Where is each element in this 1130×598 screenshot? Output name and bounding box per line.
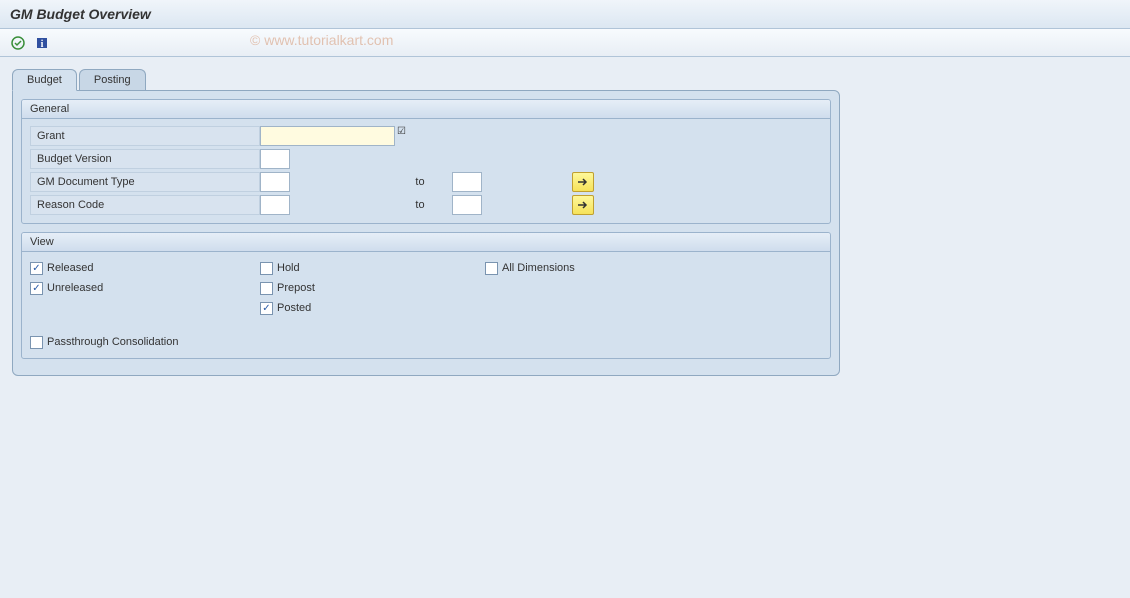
content-area: Budget Posting General Grant ☑ Budget Ve…: [0, 57, 1130, 388]
tab-strip: Budget Posting: [12, 69, 840, 90]
reason-code-to-input[interactable]: [452, 195, 482, 215]
checkbox-box-hold: [260, 262, 273, 275]
grant-input[interactable]: [260, 126, 395, 146]
group-general-header: General: [22, 100, 830, 119]
to-label-2: to: [400, 199, 440, 211]
tab-panel-budget: General Grant ☑ Budget Version G: [12, 90, 840, 376]
checkbox-label: Passthrough Consolidation: [47, 336, 178, 348]
checkbox-label: Released: [47, 262, 93, 274]
checkbox-label: Unreleased: [47, 282, 103, 294]
doc-type-from-input[interactable]: [260, 172, 290, 192]
checkbox-label: Hold: [277, 262, 300, 274]
multiple-selection-button-1[interactable]: [572, 172, 594, 192]
checkbox-passthrough[interactable]: Passthrough Consolidation: [30, 332, 822, 352]
checkbox-posted[interactable]: ✓ Posted: [260, 298, 485, 318]
checkbox-label: All Dimensions: [502, 262, 575, 274]
checkbox-box-passthrough: [30, 336, 43, 349]
checkbox-box-released: ✓: [30, 262, 43, 275]
doc-type-to-input[interactable]: [452, 172, 482, 192]
group-general: General Grant ☑ Budget Version G: [21, 99, 831, 224]
info-icon[interactable]: i: [32, 33, 52, 53]
checkbox-box-prepost: [260, 282, 273, 295]
group-view-header: View: [22, 233, 830, 252]
checkbox-all-dimensions[interactable]: All Dimensions: [485, 258, 685, 278]
checkbox-label: Prepost: [277, 282, 315, 294]
group-view: View ✓ Released ✓ Unreleased: [21, 232, 831, 359]
grant-label: Grant: [30, 126, 260, 146]
to-label-1: to: [400, 176, 440, 188]
tab-posting[interactable]: Posting: [79, 69, 146, 90]
multiple-selection-button-2[interactable]: [572, 195, 594, 215]
execute-icon[interactable]: [8, 33, 28, 53]
checkbox-unreleased[interactable]: ✓ Unreleased: [30, 278, 260, 298]
tab-budget[interactable]: Budget: [12, 69, 77, 91]
checkbox-label: Posted: [277, 302, 311, 314]
checkbox-prepost[interactable]: Prepost: [260, 278, 485, 298]
page-title: GM Budget Overview: [0, 0, 1130, 29]
checkbox-box-posted: ✓: [260, 302, 273, 315]
svg-text:i: i: [41, 39, 44, 50]
toolbar: i © www.tutorialkart.com: [0, 29, 1130, 57]
doc-type-label: GM Document Type: [30, 172, 260, 192]
checkbox-box-all-dimensions: [485, 262, 498, 275]
checkbox-released[interactable]: ✓ Released: [30, 258, 260, 278]
budget-version-label: Budget Version: [30, 149, 260, 169]
reason-code-label: Reason Code: [30, 195, 260, 215]
checkbox-hold[interactable]: Hold: [260, 258, 485, 278]
budget-version-input[interactable]: [260, 149, 290, 169]
watermark: © www.tutorialkart.com: [250, 32, 393, 48]
required-indicator-icon: ☑: [397, 126, 406, 137]
reason-code-from-input[interactable]: [260, 195, 290, 215]
checkbox-box-unreleased: ✓: [30, 282, 43, 295]
